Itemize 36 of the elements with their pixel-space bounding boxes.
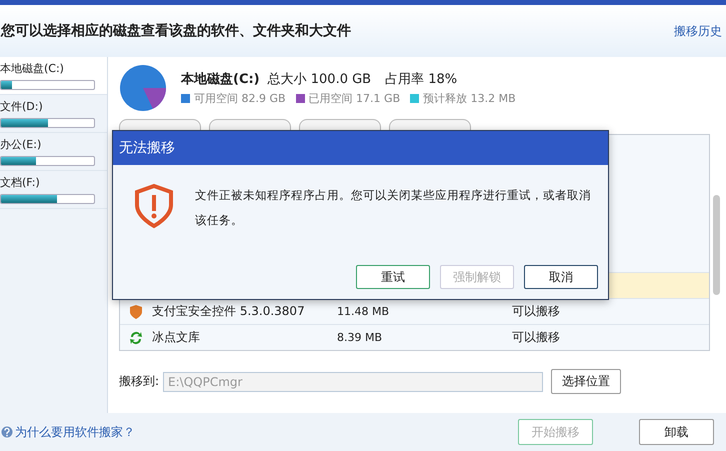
software-name: 支付宝安全控件 5.3.0.3807 — [152, 303, 306, 320]
drive-label: 办公(E:) — [0, 137, 42, 152]
pie-chart-drawing — [119, 64, 167, 112]
move-to-label: 搬移到: — [119, 373, 160, 390]
help-icon — [1, 426, 13, 438]
drive-item[interactable]: 文档(F:) — [0, 171, 107, 209]
choose-location-button[interactable]: 选择位置 — [551, 369, 622, 394]
drive-label: 文件(D:) — [0, 99, 44, 114]
dialog-message: 文件正被未知程序程序占用。您可以关闭某些应用程序进行重试，或者取消该任务。 — [195, 187, 592, 229]
drive-label: 文档(F:) — [0, 175, 41, 190]
drive-item[interactable]: 本地磁盘(C:) — [0, 57, 107, 95]
history-link[interactable]: 搬移历史 — [674, 22, 722, 40]
disk-name: 本地磁盘(C:) — [181, 71, 260, 88]
warning-shield-icon — [133, 183, 175, 229]
shield-icon — [128, 304, 144, 320]
legend-label: 可用空间 82.9 GB — [194, 91, 286, 106]
scroll-thumb[interactable] — [713, 195, 720, 295]
dialog-title: 无法搬移 — [113, 131, 608, 165]
drive-item[interactable]: 文件(D:) — [0, 95, 107, 133]
move-status: 可以搬移 — [512, 303, 560, 320]
help-link[interactable]: 为什么要用软件搬家？ — [0, 424, 135, 440]
disk-usage: 占用率 18% — [385, 71, 458, 88]
legend-label: 已用空间 17.1 GB — [308, 91, 400, 106]
dialog-button[interactable]: 重试 — [356, 265, 430, 289]
dialog-button[interactable]: 取消 — [524, 265, 598, 289]
software-name: 冰点文库 — [152, 329, 201, 346]
drive-label: 本地磁盘(C:) — [0, 61, 65, 76]
header-title: 您可以选择相应的磁盘查看该盘的软件、文件夹和大文件 — [1, 22, 351, 40]
disk-total: 总大小 100.0 GB — [268, 71, 372, 88]
footer-button[interactable]: 卸载 — [639, 419, 714, 445]
legend-label: 预计释放 13.2 MB — [423, 91, 516, 106]
software-size: 8.39 MB — [337, 331, 384, 344]
drive-item[interactable]: 办公(E:) — [0, 133, 107, 171]
move-status: 可以搬移 — [512, 329, 560, 346]
software-size: 11.48 MB — [337, 305, 390, 318]
refresh-icon — [128, 330, 144, 346]
